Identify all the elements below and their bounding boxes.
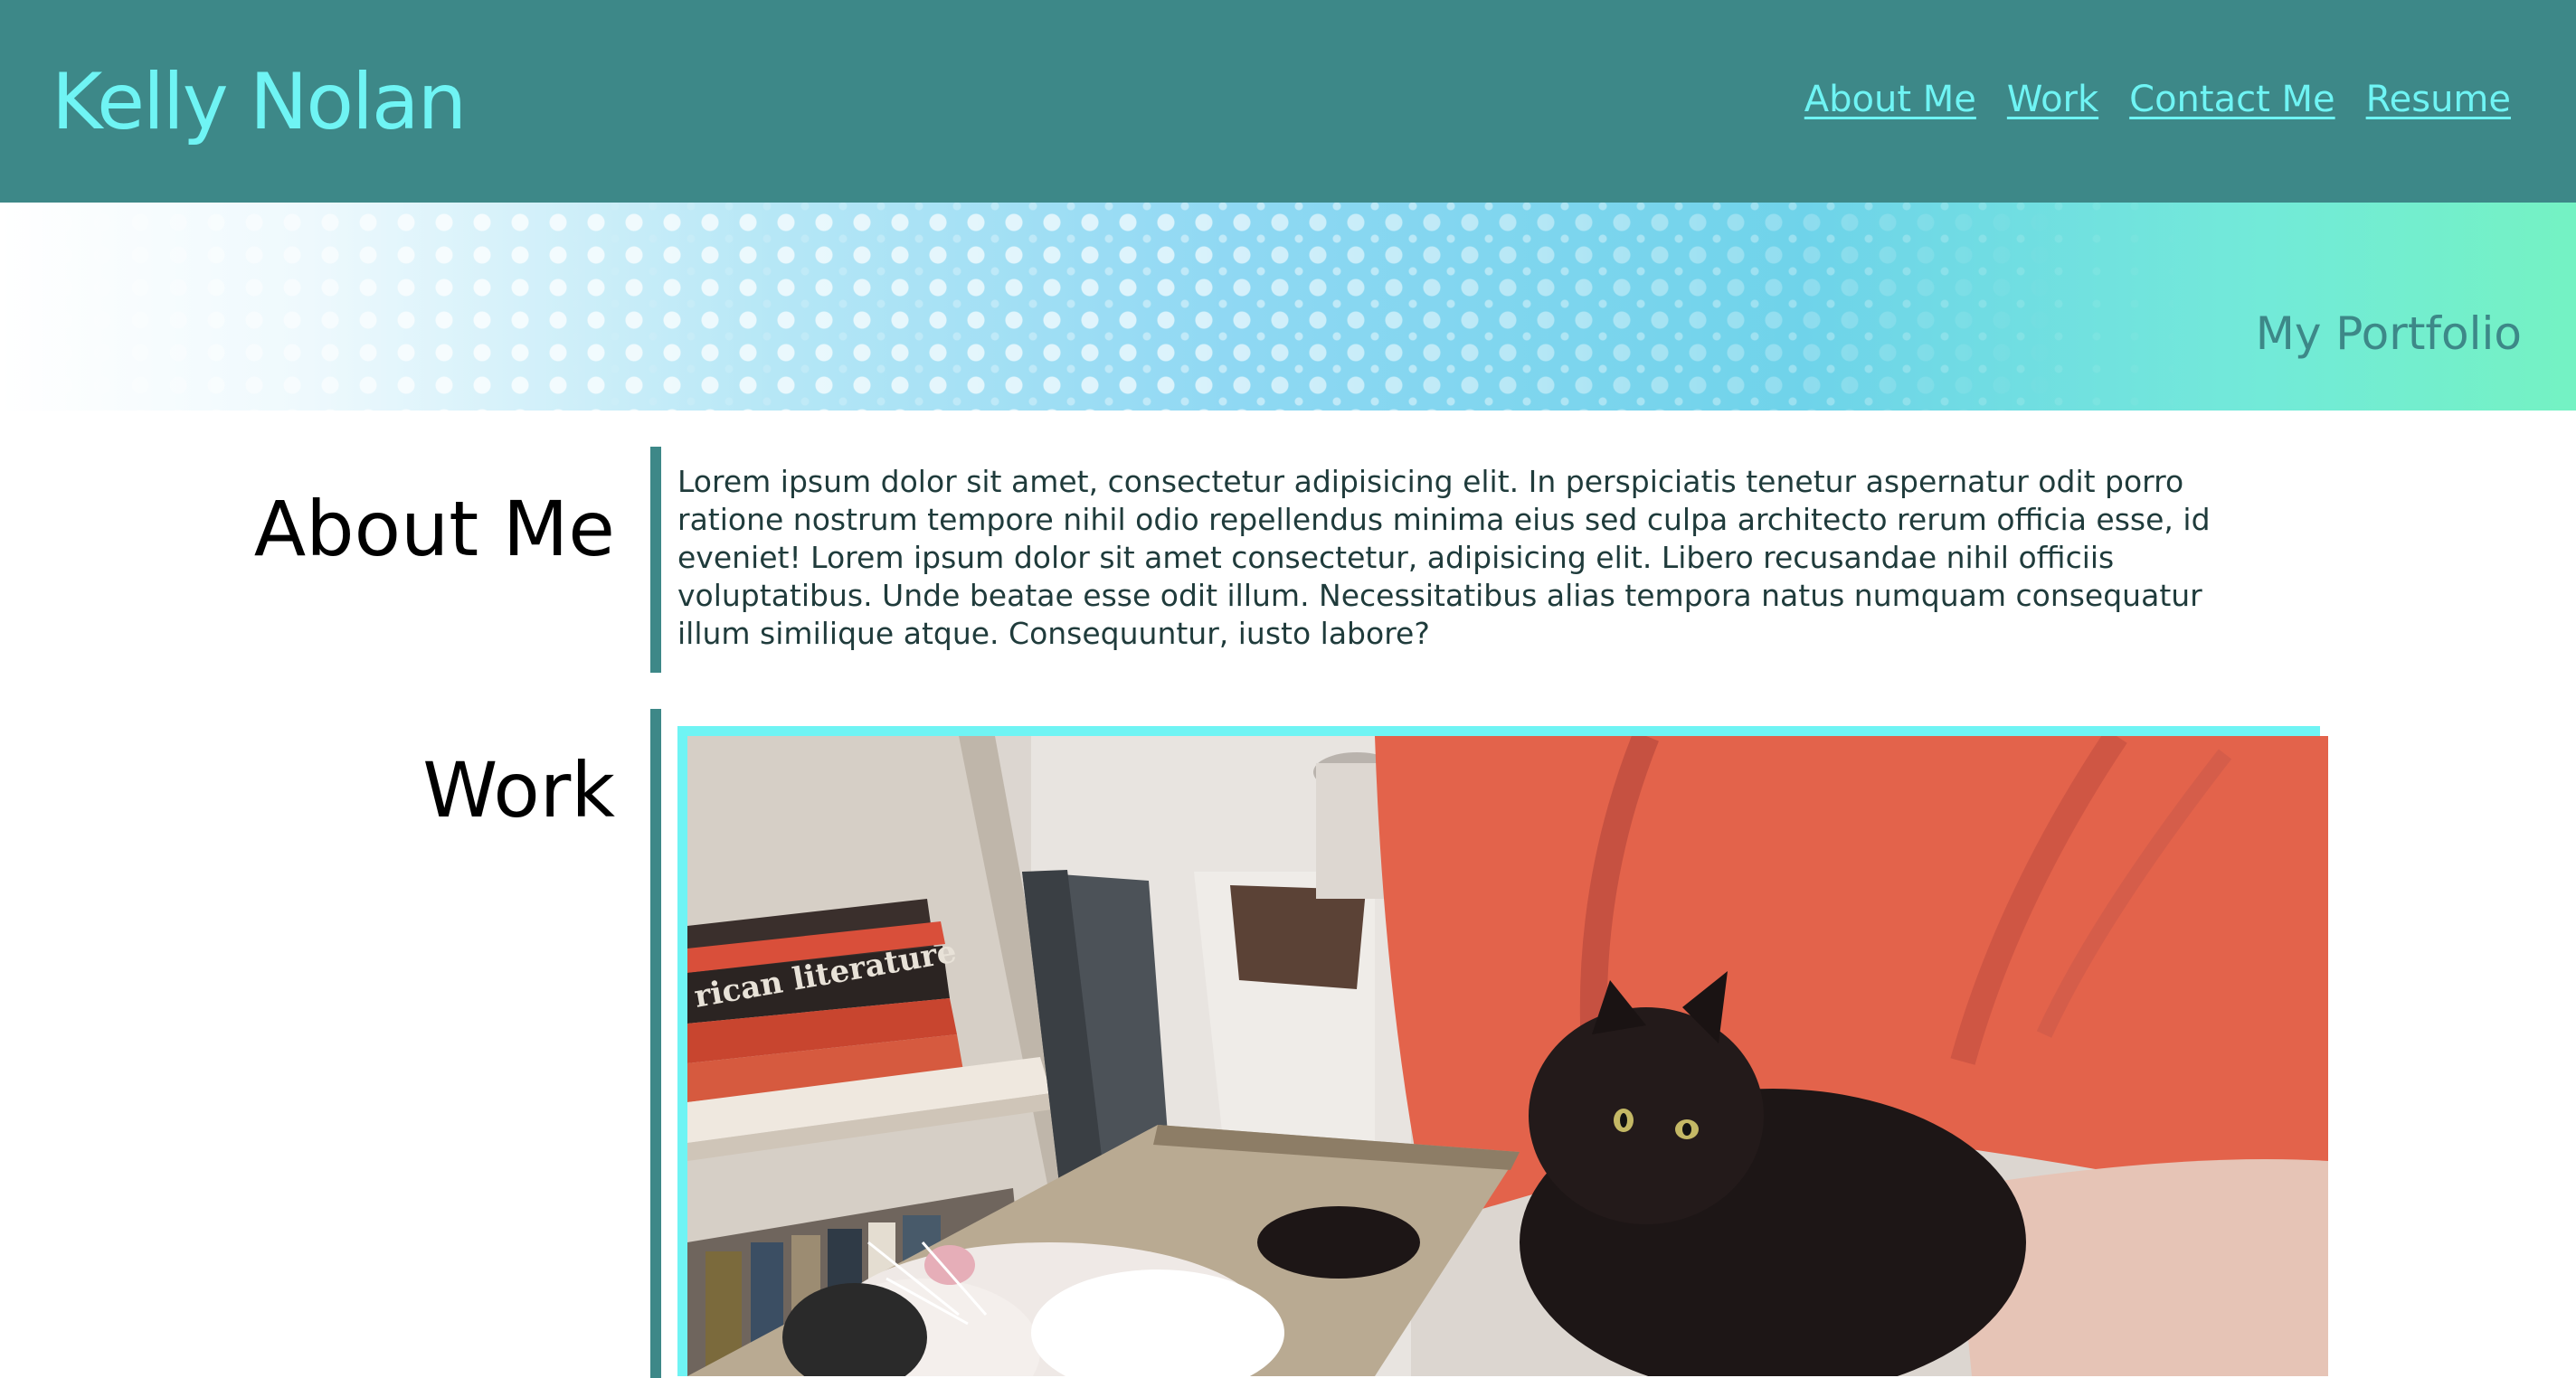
nav-link-work[interactable]: Work — [2007, 72, 2098, 127]
site-title: Kelly Nolan — [52, 57, 467, 147]
halftone-dots-pattern-small — [0, 203, 2576, 411]
main-nav: About Me Work Contact Me Resume — [1804, 72, 2511, 127]
hero-subtitle: My Portfolio — [2255, 307, 2522, 360]
work-heading: Work — [422, 746, 615, 835]
work-divider — [650, 709, 661, 1378]
cats-photo: rican literature — [687, 736, 2328, 1376]
about-text: Lorem ipsum dolor sit amet, consectetur … — [677, 464, 2211, 651]
about-heading: About Me — [253, 485, 615, 573]
hero-banner: My Portfolio — [0, 203, 2576, 411]
work-image[interactable]: rican literature — [687, 736, 2328, 1376]
about-divider — [650, 447, 661, 673]
nav-link-resume[interactable]: Resume — [2366, 72, 2511, 127]
nav-link-about-me[interactable]: About Me — [1804, 72, 1976, 127]
nav-link-contact-me[interactable]: Contact Me — [2129, 72, 2334, 127]
site-header: Kelly Nolan About Me Work Contact Me Res… — [0, 0, 2576, 203]
